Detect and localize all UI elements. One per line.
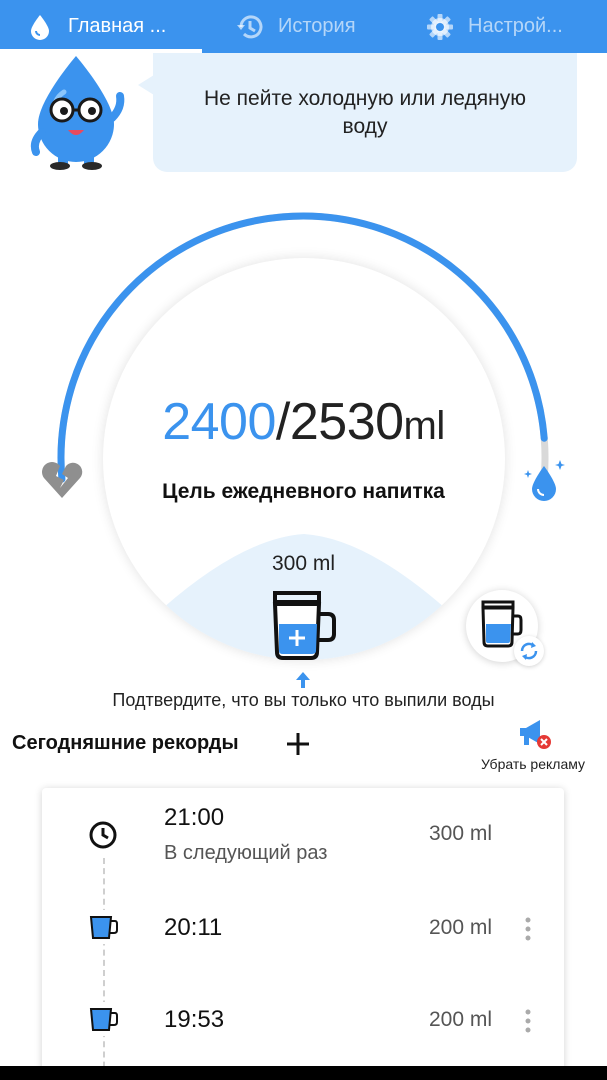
system-navigation-bar [0, 1066, 607, 1080]
amount-unit: ml [403, 404, 446, 448]
tip-text: Не пейте холодную или ледяную воду [204, 86, 526, 138]
tip-bubble-tail [138, 75, 154, 95]
up-arrow-icon [294, 670, 312, 690]
clock-icon [86, 818, 120, 852]
remove-ads-label: Убрать рекламу [480, 756, 586, 772]
remove-ads-button[interactable]: Убрать рекламу [470, 716, 596, 774]
more-options-icon[interactable] [520, 916, 536, 942]
record-amount: 300 ml [428, 822, 492, 845]
record-amount: 200 ml [428, 916, 492, 939]
history-icon [234, 11, 266, 43]
confirm-drink-text: Подтвердите, что вы только что выпили во… [112, 690, 495, 710]
daily-goal-label: Цель ежедневного напитка [162, 480, 445, 503]
record-time: 21:00 [164, 804, 225, 831]
tip-bubble: Не пейте холодную или ледяную воду [153, 53, 577, 172]
gear-icon [424, 11, 456, 43]
water-drop-icon [24, 11, 56, 43]
intake-amount: 2400/2530ml [0, 390, 607, 458]
tab-home[interactable]: Главная ... [0, 0, 202, 53]
current-intake: 2400 [162, 393, 276, 451]
add-water-cup-button[interactable] [270, 588, 338, 662]
cup-icon [86, 1002, 120, 1036]
add-record-button[interactable] [284, 730, 312, 758]
tab-history[interactable]: История [202, 0, 402, 53]
tab-settings[interactable]: Настрой... [402, 0, 607, 53]
record-time: 20:11 [164, 914, 223, 941]
todays-records-title: Сегодняшние рекорды [12, 732, 239, 754]
cup-icon [86, 910, 120, 944]
daily-goal: 2530 [289, 393, 404, 451]
plus-icon [287, 733, 309, 755]
tab-history-label: История [278, 15, 356, 37]
timeline-line [103, 858, 105, 1080]
more-options-icon[interactable] [520, 1008, 536, 1034]
record-subtitle: В следующий раз [164, 842, 328, 864]
refresh-icon[interactable] [514, 636, 544, 666]
megaphone-icon [516, 716, 552, 752]
records-card: 21:00 В следующий раз 300 ml 20:11 200 m… [42, 788, 564, 1080]
tab-settings-label: Настрой... [468, 15, 563, 37]
record-time: 19:53 [164, 1006, 225, 1033]
top-tab-bar: Главная ... История Настрой... [0, 0, 607, 53]
intake-gauge: 2400/2530ml Цель ежедневного напитка 300… [0, 190, 607, 690]
record-amount: 200 ml [428, 1008, 492, 1031]
amount-separator: / [275, 393, 290, 451]
cup-amount-label: 300 ml [271, 552, 336, 575]
tab-home-label: Главная ... [68, 15, 167, 37]
water-drop-mascot [20, 52, 138, 172]
